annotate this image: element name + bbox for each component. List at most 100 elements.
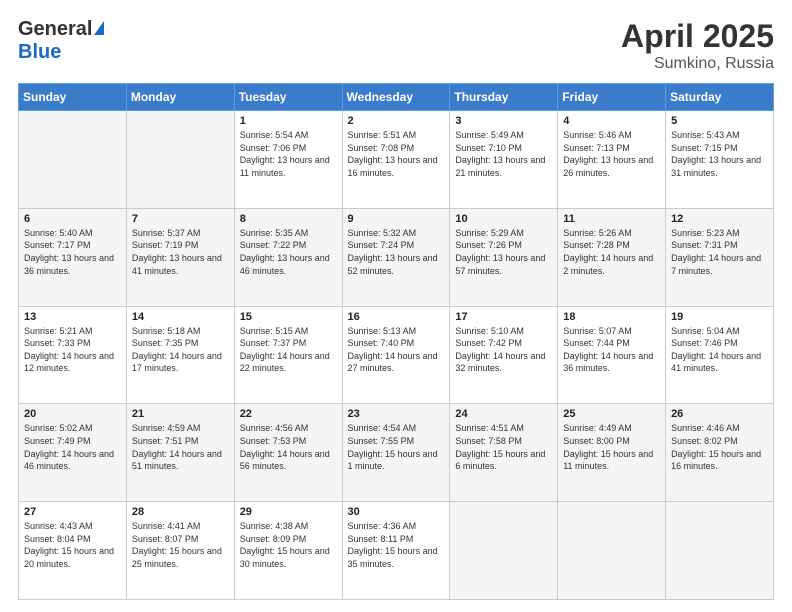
day-number: 14	[132, 311, 229, 323]
day-info: Sunrise: 5:37 AM Sunset: 7:19 PM Dayligh…	[132, 227, 229, 277]
day-info: Sunrise: 4:38 AM Sunset: 8:09 PM Dayligh…	[240, 520, 337, 570]
day-number: 29	[240, 506, 337, 518]
table-row: 21 Sunrise: 4:59 AM Sunset: 7:51 PM Dayli…	[126, 404, 234, 502]
day-number: 11	[563, 213, 660, 225]
day-info: Sunrise: 4:51 AM Sunset: 7:58 PM Dayligh…	[455, 422, 552, 472]
table-row: 26 Sunrise: 4:46 AM Sunset: 8:02 PM Dayli…	[666, 404, 774, 502]
table-row: 6 Sunrise: 5:40 AM Sunset: 7:17 PM Daylig…	[19, 208, 127, 306]
day-number: 26	[671, 408, 768, 420]
day-info: Sunrise: 5:02 AM Sunset: 7:49 PM Dayligh…	[24, 422, 121, 472]
table-row: 12 Sunrise: 5:23 AM Sunset: 7:31 PM Dayli…	[666, 208, 774, 306]
day-info: Sunrise: 5:43 AM Sunset: 7:15 PM Dayligh…	[671, 129, 768, 179]
day-number: 27	[24, 506, 121, 518]
table-row: 16 Sunrise: 5:13 AM Sunset: 7:40 PM Dayli…	[342, 306, 450, 404]
calendar-week-row: 13Sunrise: 5:21 AM Sunset: 7:33 PM Dayli…	[19, 306, 774, 404]
day-info: Sunrise: 4:46 AM Sunset: 8:02 PM Dayligh…	[671, 422, 768, 472]
day-info: Sunrise: 4:49 AM Sunset: 8:00 PM Dayligh…	[563, 422, 660, 472]
header: General Blue April 2025 Sumkino, Russia	[18, 18, 774, 73]
calendar-table: Sunday Monday Tuesday Wednesday Thursday…	[18, 83, 774, 600]
day-info: Sunrise: 5:15 AM Sunset: 7:37 PM Dayligh…	[240, 325, 337, 375]
calendar-header-row: Sunday Monday Tuesday Wednesday Thursday…	[19, 84, 774, 111]
col-tuesday: Tuesday	[234, 84, 342, 111]
day-info: Sunrise: 5:49 AM Sunset: 7:10 PM Dayligh…	[455, 129, 552, 179]
day-number: 4	[563, 115, 660, 127]
day-number: 22	[240, 408, 337, 420]
day-number: 16	[348, 311, 445, 323]
day-info: Sunrise: 4:41 AM Sunset: 8:07 PM Dayligh…	[132, 520, 229, 570]
day-number: 25	[563, 408, 660, 420]
day-number: 18	[563, 311, 660, 323]
table-row: 9 Sunrise: 5:32 AM Sunset: 7:24 PM Daylig…	[342, 208, 450, 306]
table-row: 29 Sunrise: 4:38 AM Sunset: 8:09 PM Dayli…	[234, 502, 342, 600]
day-number: 30	[348, 506, 445, 518]
day-info: Sunrise: 5:46 AM Sunset: 7:13 PM Dayligh…	[563, 129, 660, 179]
day-info: Sunrise: 5:13 AM Sunset: 7:40 PM Dayligh…	[348, 325, 445, 375]
calendar-week-row: 20Sunrise: 5:02 AM Sunset: 7:49 PM Dayli…	[19, 404, 774, 502]
day-number: 24	[455, 408, 552, 420]
table-row: 11 Sunrise: 5:26 AM Sunset: 7:28 PM Dayli…	[558, 208, 666, 306]
day-number: 19	[671, 311, 768, 323]
table-row: 1Sunrise: 5:54 AM Sunset: 7:06 PM Daylig…	[234, 111, 342, 209]
table-row: 4 Sunrise: 5:46 AM Sunset: 7:13 PM Daylig…	[558, 111, 666, 209]
calendar-week-row: 1Sunrise: 5:54 AM Sunset: 7:06 PM Daylig…	[19, 111, 774, 209]
day-number: 7	[132, 213, 229, 225]
day-number: 12	[671, 213, 768, 225]
day-info: Sunrise: 4:56 AM Sunset: 7:53 PM Dayligh…	[240, 422, 337, 472]
table-row: 14Sunrise: 5:18 AM Sunset: 7:35 PM Dayli…	[126, 306, 234, 404]
logo-triangle-icon	[94, 21, 104, 35]
day-info: Sunrise: 5:35 AM Sunset: 7:22 PM Dayligh…	[240, 227, 337, 277]
table-row	[126, 111, 234, 209]
day-info: Sunrise: 5:07 AM Sunset: 7:44 PM Dayligh…	[563, 325, 660, 375]
table-row	[19, 111, 127, 209]
day-info: Sunrise: 4:36 AM Sunset: 8:11 PM Dayligh…	[348, 520, 445, 570]
day-info: Sunrise: 5:51 AM Sunset: 7:08 PM Dayligh…	[348, 129, 445, 179]
table-row	[558, 502, 666, 600]
logo: General Blue	[18, 18, 104, 64]
day-info: Sunrise: 5:29 AM Sunset: 7:26 PM Dayligh…	[455, 227, 552, 277]
table-row: 15 Sunrise: 5:15 AM Sunset: 7:37 PM Dayli…	[234, 306, 342, 404]
table-row: 8Sunrise: 5:35 AM Sunset: 7:22 PM Daylig…	[234, 208, 342, 306]
table-row: 30 Sunrise: 4:36 AM Sunset: 8:11 PM Dayli…	[342, 502, 450, 600]
table-row	[450, 502, 558, 600]
table-row: 23 Sunrise: 4:54 AM Sunset: 7:55 PM Dayli…	[342, 404, 450, 502]
day-number: 2	[348, 115, 445, 127]
table-row: 28Sunrise: 4:41 AM Sunset: 8:07 PM Dayli…	[126, 502, 234, 600]
day-info: Sunrise: 5:23 AM Sunset: 7:31 PM Dayligh…	[671, 227, 768, 277]
table-row	[666, 502, 774, 600]
day-info: Sunrise: 5:26 AM Sunset: 7:28 PM Dayligh…	[563, 227, 660, 277]
table-row: 17Sunrise: 5:10 AM Sunset: 7:42 PM Dayli…	[450, 306, 558, 404]
day-info: Sunrise: 4:43 AM Sunset: 8:04 PM Dayligh…	[24, 520, 121, 570]
day-number: 21	[132, 408, 229, 420]
day-info: Sunrise: 5:21 AM Sunset: 7:33 PM Dayligh…	[24, 325, 121, 375]
table-row: 25 Sunrise: 4:49 AM Sunset: 8:00 PM Dayli…	[558, 404, 666, 502]
day-number: 10	[455, 213, 552, 225]
table-row: 3Sunrise: 5:49 AM Sunset: 7:10 PM Daylig…	[450, 111, 558, 209]
table-row: 5Sunrise: 5:43 AM Sunset: 7:15 PM Daylig…	[666, 111, 774, 209]
table-row: 22 Sunrise: 4:56 AM Sunset: 7:53 PM Dayli…	[234, 404, 342, 502]
day-number: 23	[348, 408, 445, 420]
col-friday: Friday	[558, 84, 666, 111]
col-sunday: Sunday	[19, 84, 127, 111]
col-monday: Monday	[126, 84, 234, 111]
logo-general-text: General	[18, 18, 92, 41]
day-info: Sunrise: 5:32 AM Sunset: 7:24 PM Dayligh…	[348, 227, 445, 277]
calendar-location: Sumkino, Russia	[621, 55, 774, 73]
day-number: 9	[348, 213, 445, 225]
day-info: Sunrise: 5:40 AM Sunset: 7:17 PM Dayligh…	[24, 227, 121, 277]
day-info: Sunrise: 4:54 AM Sunset: 7:55 PM Dayligh…	[348, 422, 445, 472]
page: General Blue April 2025 Sumkino, Russia …	[0, 0, 792, 612]
day-number: 6	[24, 213, 121, 225]
calendar-week-row: 27 Sunrise: 4:43 AM Sunset: 8:04 PM Dayli…	[19, 502, 774, 600]
table-row: 19 Sunrise: 5:04 AM Sunset: 7:46 PM Dayli…	[666, 306, 774, 404]
col-thursday: Thursday	[450, 84, 558, 111]
table-row: 24 Sunrise: 4:51 AM Sunset: 7:58 PM Dayli…	[450, 404, 558, 502]
table-row: 20Sunrise: 5:02 AM Sunset: 7:49 PM Dayli…	[19, 404, 127, 502]
calendar-title: April 2025	[621, 18, 774, 55]
title-area: April 2025 Sumkino, Russia	[621, 18, 774, 73]
day-info: Sunrise: 5:54 AM Sunset: 7:06 PM Dayligh…	[240, 129, 337, 179]
col-wednesday: Wednesday	[342, 84, 450, 111]
day-number: 15	[240, 311, 337, 323]
day-info: Sunrise: 5:04 AM Sunset: 7:46 PM Dayligh…	[671, 325, 768, 375]
day-info: Sunrise: 4:59 AM Sunset: 7:51 PM Dayligh…	[132, 422, 229, 472]
table-row: 10 Sunrise: 5:29 AM Sunset: 7:26 PM Dayli…	[450, 208, 558, 306]
